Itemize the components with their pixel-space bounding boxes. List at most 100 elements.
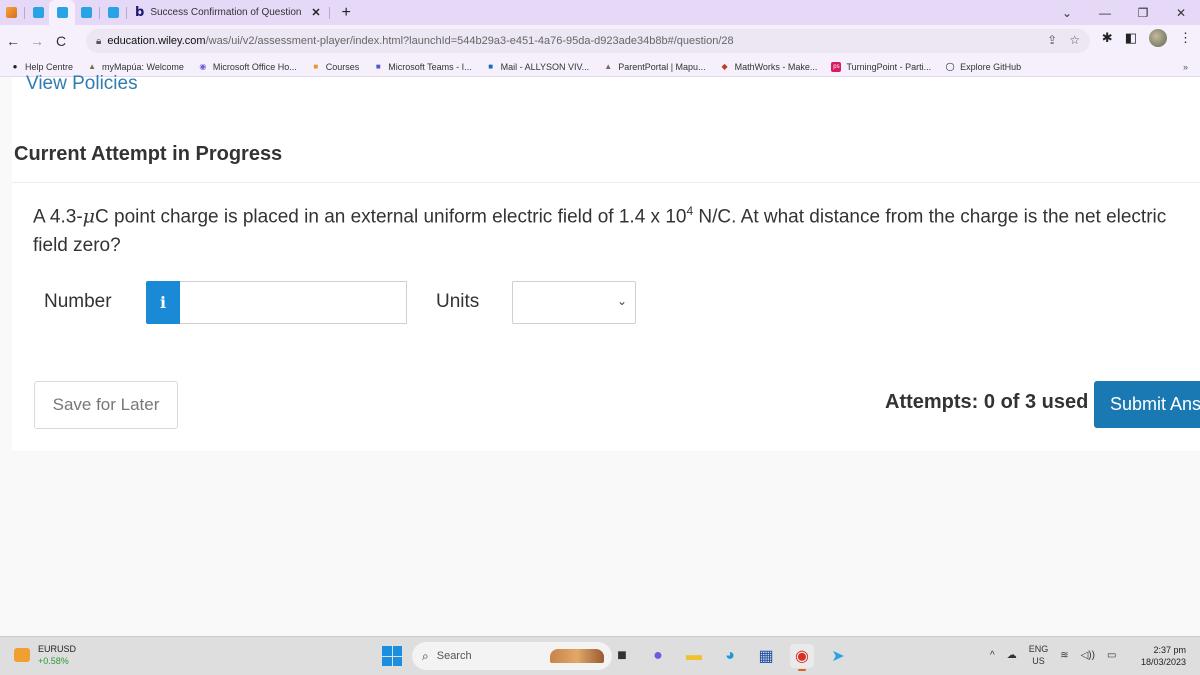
view-policies-link[interactable]: View Policies (26, 73, 138, 95)
bookmark-item[interactable]: ▲ myMapúa: Welcome (87, 62, 184, 72)
bookmark-star-icon[interactable]: ☆ (1069, 33, 1080, 47)
bookmark-label: Microsoft Office Ho... (212, 61, 297, 72)
browser-tab-active[interactable] (49, 0, 75, 25)
chrome-icon-glyph: ◉ (795, 648, 809, 665)
bookmark-label: myMapúa: Welcome (102, 61, 184, 72)
language-indicator[interactable]: ENG US (1029, 643, 1049, 667)
browser-menu-icon[interactable]: ⋮ (1179, 30, 1192, 46)
bookmarks-bar: ● Help Centre ▲ myMapúa: Welcome ◉ Microsoft … (0, 57, 1200, 77)
reload-button[interactable]: C (50, 33, 72, 49)
maximize-button[interactable]: ❐ (1124, 6, 1162, 20)
save-for-later-button[interactable]: Save for Later (34, 381, 178, 429)
show-hidden-icons-icon[interactable]: ^ (990, 650, 995, 661)
browser-tab-bing[interactable]: b Success Confirmation of Question ✕ (129, 0, 327, 25)
answer-row: Number i Units ⌄ (12, 281, 712, 325)
globe-icon: ● (12, 62, 18, 71)
units-label: Units (436, 291, 480, 312)
number-input[interactable] (180, 281, 407, 324)
bookmark-label: MathWorks - Make... (734, 61, 818, 72)
bookmark-item[interactable]: ◯ Explore GitHub (945, 61, 1022, 72)
bookmark-label: ParentPortal | Mapu... (618, 61, 706, 72)
tab-title: Success Confirmation of Question (150, 7, 302, 18)
close-tab-icon[interactable]: ✕ (311, 6, 320, 19)
edge-icon-glyph: ◕ (725, 647, 735, 664)
new-tab-button[interactable]: + (342, 4, 351, 22)
mathworks-icon: ◆ (721, 62, 728, 71)
market-widget-icon (14, 648, 30, 662)
tab-separator (328, 6, 330, 19)
bookmark-item[interactable]: ■ Microsoft Teams - I... (373, 62, 472, 72)
teams-chat-icon-glyph: ● (653, 647, 663, 664)
divider (12, 182, 1200, 183)
ticker-symbol: EURUSD (38, 644, 77, 654)
tab-search-icon[interactable]: ⌄ (1048, 6, 1086, 20)
share-icon[interactable]: ⇪ (1047, 33, 1057, 47)
forward-button[interactable]: → (26, 33, 48, 49)
clock-date: 18/03/2023 (1140, 657, 1186, 667)
windows-taskbar: EURUSD +0.58% ⌕ Search ■ ● ▬ ◕ ▦ ◉ ➤ ^ ☁ ENG U… (0, 636, 1200, 675)
lock-icon[interactable]: 🔒︎ (96, 36, 101, 47)
teams-chat-icon[interactable]: ● (646, 644, 670, 668)
side-panel-icon[interactable]: ◧ (1125, 30, 1137, 46)
courses-icon: ■ (313, 62, 319, 71)
battery-icon[interactable]: ▭ (1107, 650, 1116, 661)
back-button[interactable]: ← (2, 33, 24, 49)
wp-icon (80, 7, 92, 18)
wp-icon (32, 7, 44, 18)
more-bookmarks-icon[interactable]: » (1183, 62, 1188, 72)
profile-avatar[interactable] (1149, 29, 1167, 47)
system-tray: ^ ☁ ENG US ≋ ◁)) ▭ (990, 643, 1116, 667)
turningpoint-icon: ps (831, 61, 842, 72)
wifi-icon[interactable]: ≋ (1060, 650, 1068, 661)
attempts-counter: Attempts: 0 of 3 used (885, 391, 1089, 413)
windows-start-icon[interactable] (382, 646, 402, 666)
url-domain: education.wiley.com (107, 35, 206, 47)
tab-separator (24, 6, 25, 19)
bookmark-label: Help Centre (25, 61, 74, 72)
browser-tab[interactable] (102, 0, 124, 25)
store-icon[interactable]: ▦ (754, 644, 778, 668)
minimize-button[interactable]: — (1086, 6, 1124, 20)
taskbar-search[interactable]: ⌕ Search (412, 642, 612, 670)
edge-icon[interactable]: ◕ (718, 644, 742, 668)
question-text: A 4.3-μC point charge is placed in an ex… (33, 197, 1200, 260)
file-explorer-icon[interactable]: ▬ (682, 644, 706, 668)
chrome-icon[interactable]: ◉ (790, 644, 814, 671)
bookmark-item[interactable]: ■ Courses (311, 62, 359, 72)
question-part: A 4.3- (33, 206, 83, 228)
question-part: C point charge is placed in an external … (95, 206, 687, 228)
volume-icon[interactable]: ◁)) (1081, 650, 1095, 661)
bookmark-label: Explore GitHub (960, 61, 1022, 72)
orange-app-icon (5, 7, 17, 18)
search-label: Search (436, 650, 472, 662)
browser-tab[interactable] (75, 0, 97, 25)
close-window-button[interactable]: ✕ (1162, 6, 1200, 20)
wp-icon (56, 7, 68, 18)
ticker-change: +0.58% (38, 656, 69, 666)
bookmark-item[interactable]: ps TurningPoint - Parti... (831, 61, 931, 72)
onedrive-icon[interactable]: ☁ (1007, 650, 1017, 661)
url-text[interactable]: education.wiley.com/was/ui/v2/assessment… (107, 35, 733, 47)
extensions-icon[interactable]: ✱ (1102, 30, 1113, 46)
telegram-icon[interactable]: ➤ (826, 644, 850, 668)
bookmark-item[interactable]: ● Help Centre (10, 62, 73, 72)
address-bar[interactable]: 🔒︎ education.wiley.com/was/ui/v2/assessm… (86, 29, 1090, 53)
tab-separator (99, 6, 100, 19)
tab-separator (126, 6, 127, 19)
submit-answer-button[interactable]: Submit Answer (1094, 381, 1200, 428)
attempt-status-heading: Current Attempt in Progress (14, 143, 283, 165)
browser-tab[interactable] (0, 0, 22, 25)
bookmark-item[interactable]: ◉ Microsoft Office Ho... (198, 61, 297, 72)
market-widget[interactable]: EURUSD +0.58% (14, 643, 76, 667)
bookmark-item[interactable]: ■ Mail - ALLYSON VIV... (486, 62, 589, 72)
clock[interactable]: 2:37 pm 18/03/2023 (1141, 644, 1186, 668)
units-select[interactable]: ⌄ (512, 281, 636, 324)
taskbar-apps: ■ ● ▬ ◕ ▦ ◉ ➤ (610, 644, 850, 671)
task-view-icon[interactable]: ■ (610, 644, 634, 668)
clock-time: 2:37 pm (1153, 645, 1186, 655)
chevron-down-icon: ⌄ (616, 294, 627, 308)
bookmark-item[interactable]: ◆ MathWorks - Make... (720, 62, 818, 72)
browser-tab[interactable] (27, 0, 49, 25)
bookmark-item[interactable]: ▲ ParentPortal | Mapu... (603, 62, 705, 72)
info-icon[interactable]: i (146, 281, 180, 324)
